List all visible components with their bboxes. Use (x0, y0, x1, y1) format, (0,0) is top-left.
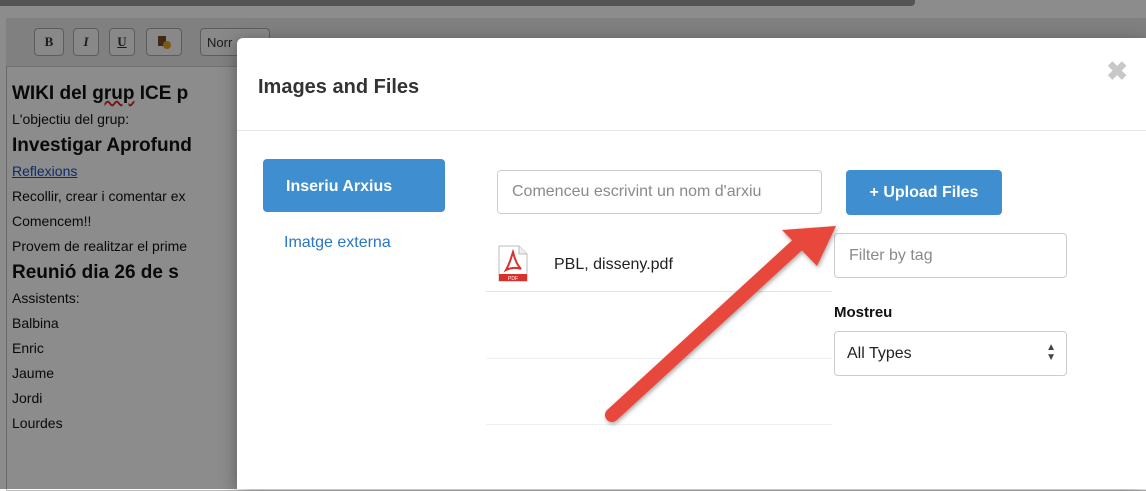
select-arrows-icon: ▲ ▼ (1046, 342, 1056, 363)
tab-insert-files[interactable]: Inseriu Arxius (263, 159, 445, 212)
svg-text:PDF: PDF (508, 276, 518, 282)
list-divider (486, 358, 832, 359)
list-item[interactable]: PDF PBL, disseny.pdf (486, 225, 832, 292)
pdf-file-icon: PDF (498, 245, 528, 282)
modal-title: Images and Files (258, 76, 420, 98)
show-label: Mostreu (834, 304, 893, 321)
filter-by-tag-input[interactable] (834, 233, 1067, 278)
file-type-select[interactable]: All Types ▲ ▼ (834, 331, 1067, 376)
images-and-files-modal: Images and Files ✖ Inseriu Arxius Imatge… (237, 38, 1146, 489)
upload-files-button[interactable]: + Upload Files (846, 170, 1002, 215)
tab-external-image[interactable]: Imatge externa (284, 234, 391, 252)
file-search-input[interactable] (497, 170, 822, 214)
file-name: PBL, disseny.pdf (554, 256, 673, 273)
list-divider (486, 424, 832, 425)
modal-header: Images and Files ✖ (237, 38, 1146, 131)
file-type-value: All Types (847, 345, 912, 362)
close-icon[interactable]: ✖ (1106, 58, 1128, 84)
